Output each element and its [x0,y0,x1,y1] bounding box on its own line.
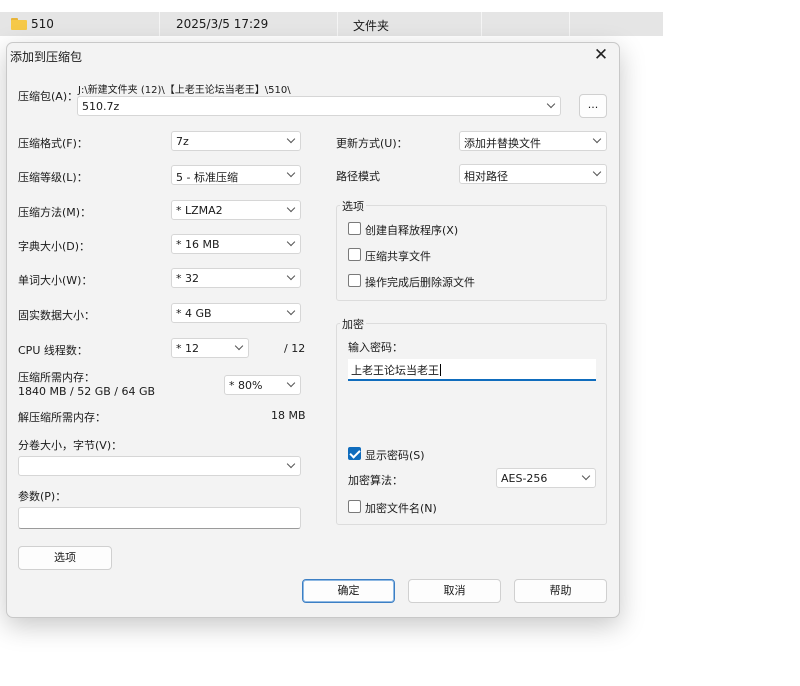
path-mode-value: 相对路径 [464,170,508,183]
sfx-label: 创建自释放程序(X) [365,224,459,237]
level-value: 5 - 标准压缩 [176,171,238,184]
solid-select[interactable]: * 4 GB [171,303,301,323]
password-input[interactable]: 上老王论坛当老王 [348,359,596,381]
cpu-label: CPU 线程数： [18,344,88,357]
method-select[interactable]: * LZMA2 [171,200,301,220]
decomp-value: 18 MB [271,409,306,422]
chevron-down-icon [288,382,295,389]
help-button[interactable]: 帮助 [514,579,607,603]
update-value: 添加并替换文件 [464,137,541,150]
file-type: 文件夹 [353,19,390,33]
encrypt-names-label: 加密文件名(N) [365,502,437,515]
dict-value: * 16 MB [176,238,220,251]
encrypt-names-checkbox[interactable] [348,500,361,513]
browse-button[interactable]: ... [579,94,607,118]
level-label: 压缩等级(L)： [18,171,88,184]
show-password-label: 显示密码(S) [365,449,425,462]
chevron-down-icon [548,103,555,110]
delete-source-label: 操作完成后删除源文件 [365,276,475,289]
password-value: 上老王论坛当老王 [351,364,439,377]
add-to-archive-dialog: 添加到压缩包 ✕ 压缩包(A)： J:\新建文件夹 (12)\【上老王论坛当老王… [6,42,620,618]
format-label: 压缩格式(F)： [18,137,88,150]
cancel-button[interactable]: 取消 [408,579,501,603]
dict-label: 字典大小(D)： [18,240,91,253]
folder-icon [11,18,27,30]
options-button[interactable]: 选项 [18,546,112,570]
word-select[interactable]: * 32 [171,268,301,288]
chevron-down-icon [288,172,295,179]
archive-label: 压缩包(A)： [18,90,79,103]
cpu-total: / 12 [284,342,306,355]
algo-label: 加密算法： [348,474,403,487]
file-name: 510 [31,17,54,31]
path-mode-select[interactable]: 相对路径 [459,164,607,184]
update-label: 更新方式(U)： [336,137,408,150]
shared-label: 压缩共享文件 [365,250,431,263]
chevron-down-icon [288,138,295,145]
chevron-down-icon [288,207,295,214]
params-label: 参数(P)： [18,490,67,503]
cpu-value: * 12 [176,342,199,355]
chevron-down-icon [288,310,295,317]
chevron-down-icon [594,138,601,145]
shared-checkbox[interactable] [348,248,361,261]
algo-value: AES-256 [501,472,548,485]
update-select[interactable]: 添加并替换文件 [459,131,607,151]
archive-name-combo[interactable]: 510.7z [77,96,561,116]
format-select[interactable]: 7z [171,131,301,151]
chevron-down-icon [236,345,243,352]
format-value: 7z [176,135,189,148]
word-value: * 32 [176,272,199,285]
method-label: 压缩方法(M)： [18,206,92,219]
path-mode-label: 路径模式 [336,170,380,183]
dialog-title: 添加到压缩包 [10,50,83,64]
password-label: 输入密码： [348,341,403,354]
word-label: 单词大小(W)： [18,274,93,287]
decomp-label: 解压缩所需内存： [18,411,106,424]
close-icon[interactable]: ✕ [591,45,611,65]
params-input[interactable] [18,507,301,529]
method-value: * LZMA2 [176,204,223,217]
algo-select[interactable]: AES-256 [496,468,596,488]
cpu-select[interactable]: * 12 [171,338,249,358]
dialog-titlebar[interactable]: 添加到压缩包 ✕ [7,43,619,69]
explorer-file-row[interactable]: 510 2025/3/5 17:29 文件夹 [0,12,663,36]
delete-source-checkbox[interactable] [348,274,361,287]
dict-select[interactable]: * 16 MB [171,234,301,254]
solid-value: * 4 GB [176,307,212,320]
mem-select[interactable]: * 80% [224,375,301,395]
archive-name-value: 510.7z [82,100,120,113]
ok-button[interactable]: 确定 [302,579,395,603]
chevron-down-icon [583,475,590,482]
volume-label: 分卷大小，字节(V)： [18,439,123,452]
show-password-checkbox[interactable] [348,447,361,460]
chevron-down-icon [594,171,601,178]
mem-value: * 80% [229,379,263,392]
sfx-checkbox[interactable] [348,222,361,235]
solid-label: 固实数据大小： [18,309,95,322]
archive-path: J:\新建文件夹 (12)\【上老王论坛当老王】\510\ [78,85,291,96]
volume-select[interactable] [18,456,301,476]
mem-label: 压缩所需内存： [18,371,95,384]
options-group-title: 选项 [340,198,366,214]
file-date: 2025/3/5 17:29 [176,17,269,31]
level-select[interactable]: 5 - 标准压缩 [171,165,301,185]
encryption-group-title: 加密 [340,316,366,332]
chevron-down-icon [288,275,295,282]
chevron-down-icon [288,463,295,470]
chevron-down-icon [288,241,295,248]
mem-detail: 1840 MB / 52 GB / 64 GB [18,385,156,398]
text-caret [440,364,441,376]
